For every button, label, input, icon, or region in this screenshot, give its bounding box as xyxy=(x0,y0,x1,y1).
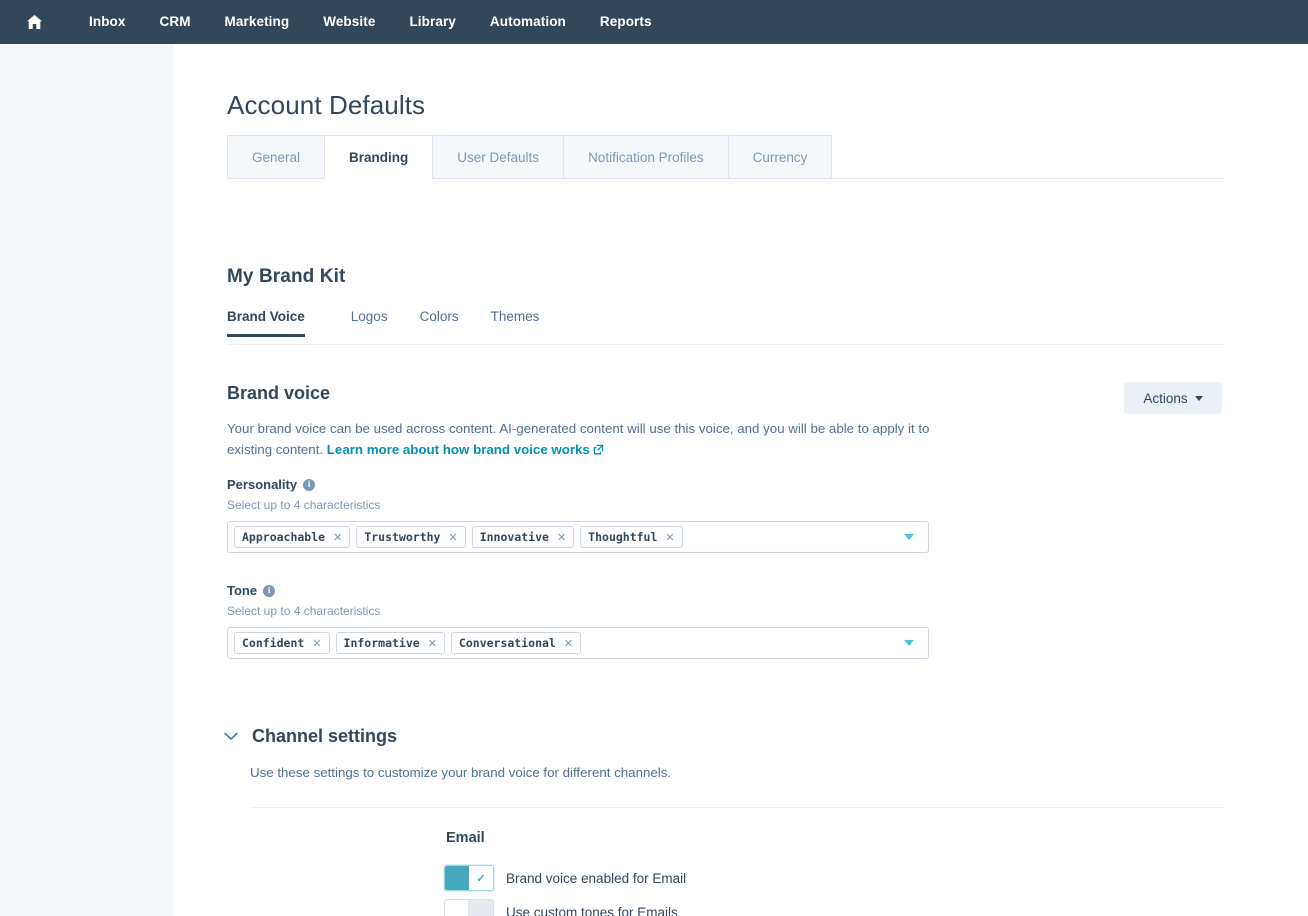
tone-tag-input[interactable]: Confident ✕ Informative ✕ Conversational… xyxy=(227,627,929,659)
toggle-brand-voice-enabled-email[interactable]: ✓ xyxy=(444,865,494,891)
caret-down-icon[interactable] xyxy=(904,534,914,540)
check-icon: ✓ xyxy=(469,866,493,890)
toggle-fill xyxy=(445,866,469,890)
tab-branding[interactable]: Branding xyxy=(324,135,434,179)
tone-field: Tone i Select up to 4 characteristics Co… xyxy=(227,583,929,659)
tab-general[interactable]: General xyxy=(227,135,325,178)
tag-label: Confident xyxy=(242,636,305,650)
page-title: Account Defaults xyxy=(227,90,426,120)
tag-trustworthy[interactable]: Trustworthy ✕ xyxy=(356,526,466,548)
tab-user-defaults[interactable]: User Defaults xyxy=(433,135,564,178)
account-defaults-tabs: General Branding User Defaults Notificat… xyxy=(227,135,1224,179)
brand-kit-subtabs: Brand Voice Logos Colors Themes xyxy=(227,309,1224,345)
toggle-use-custom-tones-emails[interactable] xyxy=(444,899,494,916)
close-icon[interactable]: ✕ xyxy=(564,637,573,650)
toggle-label: Use custom tones for Emails xyxy=(506,904,678,916)
channel-settings-description: Use these settings to customize your bra… xyxy=(250,765,672,780)
external-link-icon xyxy=(593,443,604,458)
actions-button-label: Actions xyxy=(1143,390,1188,406)
toggle-fill xyxy=(445,900,469,916)
nav-item-library[interactable]: Library xyxy=(392,0,472,44)
nav-item-marketing[interactable]: Marketing xyxy=(208,0,307,44)
close-icon[interactable]: ✕ xyxy=(428,637,437,650)
brand-voice-description: Your brand voice can be used across cont… xyxy=(227,418,935,461)
main-content-area: Account Defaults General Branding User D… xyxy=(174,44,1308,916)
close-icon[interactable]: ✕ xyxy=(333,531,342,544)
home-icon[interactable] xyxy=(18,6,50,38)
subtab-brand-voice[interactable]: Brand Voice xyxy=(227,309,321,337)
tag-confident[interactable]: Confident ✕ xyxy=(234,632,330,654)
brand-kit-title: My Brand Kit xyxy=(227,266,346,287)
email-channel-title: Email xyxy=(446,830,485,846)
subtab-colors[interactable]: Colors xyxy=(404,309,475,336)
tag-label: Conversational xyxy=(458,636,556,650)
tag-label: Thoughtful xyxy=(588,530,658,544)
nav-item-automation[interactable]: Automation xyxy=(473,0,583,44)
tab-notification-profiles[interactable]: Notification Profiles xyxy=(563,135,728,178)
tag-approachable[interactable]: Approachable ✕ xyxy=(234,526,351,548)
tag-informative[interactable]: Informative ✕ xyxy=(335,632,445,654)
brand-voice-title: Brand voice xyxy=(227,383,331,403)
toggle-row-custom-tones-email: Use custom tones for Emails xyxy=(444,899,678,916)
caret-down-icon[interactable] xyxy=(904,640,914,646)
settings-sidebar xyxy=(0,44,174,916)
tag-label: Innovative xyxy=(479,530,549,544)
close-icon[interactable]: ✕ xyxy=(312,637,321,650)
toggle-label: Brand voice enabled for Email xyxy=(506,870,687,886)
nav-item-inbox[interactable]: Inbox xyxy=(72,0,143,44)
tag-label: Approachable xyxy=(242,530,326,544)
tag-thoughtful[interactable]: Thoughtful ✕ xyxy=(580,526,683,548)
close-icon[interactable]: ✕ xyxy=(557,531,566,544)
tag-label: Informative xyxy=(343,636,420,650)
tag-innovative[interactable]: Innovative ✕ xyxy=(471,526,575,548)
toggle-track xyxy=(469,900,493,916)
channel-settings-title: Channel settings xyxy=(252,726,398,746)
subtab-logos[interactable]: Logos xyxy=(335,309,404,336)
tone-label: Tone i xyxy=(227,583,929,598)
close-icon[interactable]: ✕ xyxy=(665,531,674,544)
chevron-down-icon[interactable] xyxy=(224,728,238,746)
info-icon[interactable]: i xyxy=(303,478,316,491)
personality-label: Personality i xyxy=(227,477,929,492)
top-navigation-bar: Inbox CRM Marketing Website Library Auto… xyxy=(0,0,1308,44)
section-divider xyxy=(250,807,1224,808)
channel-settings-header[interactable]: Channel settings xyxy=(224,726,397,747)
personality-help-text: Select up to 4 characteristics xyxy=(227,498,381,512)
tone-label-text: Tone xyxy=(227,583,258,598)
nav-item-website[interactable]: Website xyxy=(306,0,392,44)
tag-conversational[interactable]: Conversational ✕ xyxy=(450,632,582,654)
nav-item-crm[interactable]: CRM xyxy=(143,0,208,44)
tab-currency[interactable]: Currency xyxy=(727,135,833,178)
nav-item-reports[interactable]: Reports xyxy=(583,0,669,44)
actions-button[interactable]: Actions xyxy=(1124,382,1222,414)
tone-help-text: Select up to 4 characteristics xyxy=(227,604,381,618)
tag-label: Trustworthy xyxy=(364,530,441,544)
personality-field: Personality i Select up to 4 characteris… xyxy=(227,477,929,553)
subtab-themes[interactable]: Themes xyxy=(475,309,556,336)
toggle-row-brand-voice-email: ✓ Brand voice enabled for Email xyxy=(444,865,686,891)
personality-tag-input[interactable]: Approachable ✕ Trustworthy ✕ Innovative … xyxy=(227,521,929,553)
learn-more-link[interactable]: Learn more about how brand voice works xyxy=(327,442,590,457)
info-icon[interactable]: i xyxy=(263,584,276,597)
caret-down-icon xyxy=(1194,395,1203,401)
personality-label-text: Personality xyxy=(227,477,298,492)
close-icon[interactable]: ✕ xyxy=(448,531,457,544)
